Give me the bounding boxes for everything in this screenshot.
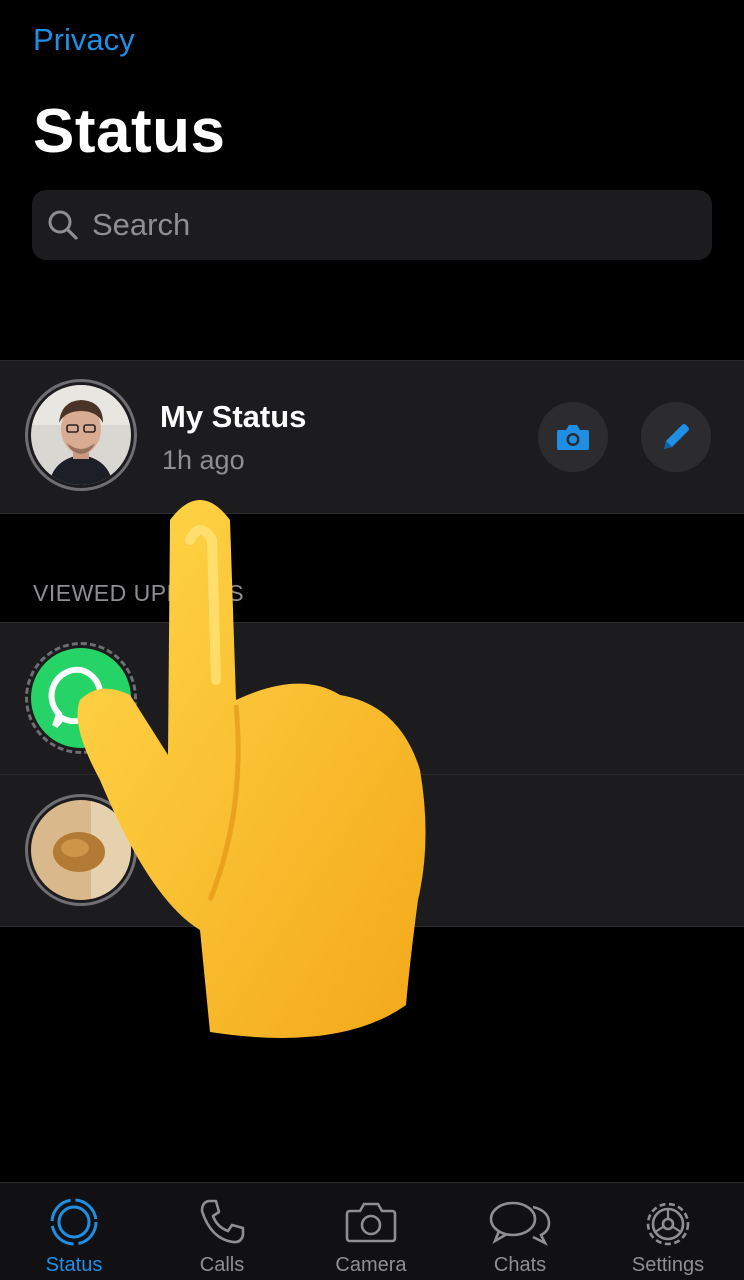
list-item[interactable] [0, 774, 744, 926]
update-avatar-ring[interactable] [25, 794, 137, 906]
tab-settings[interactable]: Settings [598, 1183, 738, 1280]
search-icon [48, 210, 78, 240]
status-icon [50, 1198, 98, 1246]
my-status-row[interactable]: My Status 1h ago [0, 360, 744, 514]
chat-bubbles-icon [489, 1201, 551, 1246]
viewed-updates-list: WhatsApp [0, 622, 744, 927]
tab-status[interactable]: Status [4, 1183, 144, 1280]
status-screen: Privacy Status Search My Status 1h ago V… [0, 0, 744, 1280]
whatsapp-logo-icon [31, 648, 131, 748]
list-item[interactable]: WhatsApp [0, 623, 744, 774]
my-status-name: My Status [160, 399, 307, 434]
tab-chats[interactable]: Chats [450, 1183, 590, 1280]
phone-icon [200, 1199, 245, 1244]
viewed-updates-header: VIEWED UPDATES [33, 580, 245, 606]
camera-icon [557, 425, 589, 450]
tab-label: Chats [493, 1254, 547, 1276]
tab-label: Calls [199, 1254, 245, 1276]
camera-icon [345, 1202, 397, 1243]
search-bar[interactable] [32, 190, 712, 260]
update-name: WhatsApp [160, 679, 314, 714]
privacy-back-link[interactable]: Privacy [33, 22, 135, 58]
search-input[interactable] [90, 206, 674, 244]
update-avatar-ring[interactable] [25, 642, 137, 754]
tab-bar: Status Calls Camera Chats Settings [0, 1182, 744, 1280]
avatar [31, 800, 131, 900]
tab-camera[interactable]: Camera [301, 1183, 441, 1280]
tab-calls[interactable]: Calls [152, 1183, 292, 1280]
tab-label: Status [45, 1254, 103, 1276]
add-photo-status-button[interactable] [538, 402, 608, 472]
tab-label: Camera [335, 1254, 407, 1276]
add-text-status-button[interactable] [641, 402, 711, 472]
avatar [31, 385, 131, 485]
tab-label: Settings [631, 1254, 705, 1276]
page-title: Status [33, 97, 226, 166]
pencil-icon [664, 424, 689, 449]
gear-icon [646, 1202, 690, 1246]
my-status-avatar-ring[interactable] [25, 379, 137, 491]
my-status-time: 1h ago [162, 445, 245, 475]
